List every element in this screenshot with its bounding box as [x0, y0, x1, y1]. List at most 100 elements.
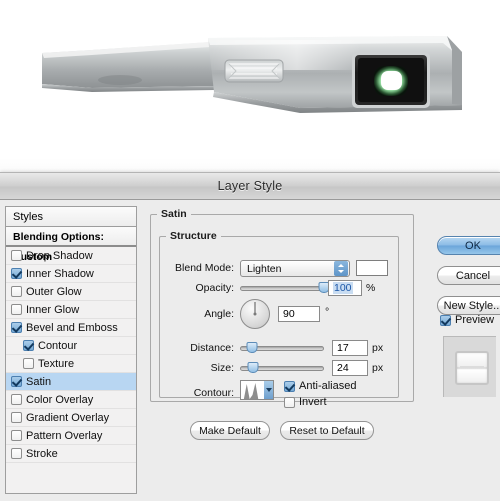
- new-style-label: New Style...: [443, 299, 500, 312]
- sidebar-item-label: Inner Shadow: [26, 267, 94, 280]
- invert-checkbox[interactable]: [284, 396, 295, 408]
- blend-mode-label: Blend Mode:: [175, 262, 234, 274]
- opacity-input[interactable]: 100: [328, 280, 362, 296]
- opacity-slider[interactable]: [240, 281, 330, 295]
- sidebar-item-blending-options[interactable]: Blending Options: Custom: [6, 227, 136, 263]
- contour-label: Contour:: [193, 387, 234, 399]
- sidebar-item-inner-shadow[interactable]: Inner Shadow: [6, 265, 136, 283]
- blend-mode-select[interactable]: Lighten: [240, 260, 350, 277]
- artwork-area: [0, 0, 500, 172]
- dialog-titlebar[interactable]: Layer Style: [0, 173, 500, 200]
- dialog-body: Styles Blending Options: Custom Drop Sha…: [0, 200, 500, 501]
- style-enable-checkbox[interactable]: [11, 250, 22, 261]
- distance-slider-knob[interactable]: [246, 342, 258, 353]
- anti-aliased-checkbox[interactable]: [284, 380, 295, 392]
- angle-unit: °: [325, 306, 330, 318]
- satin-group: Satin Structure Blend Mode: Lighten Opac…: [150, 208, 414, 408]
- sidebar-style-list[interactable]: Drop Shadow Inner Shadow Outer Glow Inner G…: [6, 247, 136, 463]
- size-slider-knob[interactable]: [247, 362, 259, 373]
- style-enable-checkbox[interactable]: [11, 412, 22, 423]
- make-default-button[interactable]: Make Default: [190, 421, 270, 440]
- sidebar-item-label: Pattern Overlay: [26, 429, 103, 442]
- new-style-button[interactable]: New Style...: [437, 296, 500, 315]
- cancel-button[interactable]: Cancel: [437, 266, 500, 285]
- style-enable-checkbox[interactable]: [11, 286, 22, 297]
- satin-color-swatch[interactable]: [356, 260, 388, 276]
- distance-unit: px: [372, 342, 384, 354]
- sidebar-item-color-overlay[interactable]: Color Overlay: [6, 391, 136, 409]
- sidebar-item-label: Stroke: [26, 447, 58, 460]
- layer-style-dialog: Layer Style Styles Blending Options: Cus…: [0, 172, 500, 501]
- blend-mode-value: Lighten: [247, 262, 282, 275]
- metallic-device-render: [42, 36, 462, 113]
- style-enable-checkbox[interactable]: [11, 268, 22, 279]
- anti-aliased-row[interactable]: Anti-aliased: [284, 378, 356, 394]
- sidebar-item-outer-glow[interactable]: Outer Glow: [6, 283, 136, 301]
- size-slider[interactable]: [240, 361, 324, 375]
- sidebar-item-contour[interactable]: Contour: [6, 337, 136, 355]
- satin-settings-panel: Satin Structure Blend Mode: Lighten Opac…: [146, 206, 426, 494]
- preview-thumbnail: [443, 336, 496, 397]
- distance-slider[interactable]: [240, 341, 324, 355]
- opacity-label: Opacity:: [195, 282, 234, 294]
- dialog-action-column: OK Cancel New Style... Preview: [434, 206, 500, 494]
- sidebar-item-pattern-overlay[interactable]: Pattern Overlay: [6, 427, 136, 445]
- anti-aliased-label: Anti-aliased: [299, 380, 357, 392]
- style-enable-checkbox[interactable]: [11, 394, 22, 405]
- structure-group-label: Structure: [170, 230, 217, 242]
- dialog-title: Layer Style: [217, 179, 283, 193]
- cancel-label: Cancel: [455, 269, 491, 282]
- preview-shape-graphic: [455, 351, 489, 385]
- chevron-updown-icon: [334, 261, 348, 276]
- sidebar-item-bevel-and-emboss[interactable]: Bevel and Emboss: [6, 319, 136, 337]
- distance-value: 17: [337, 342, 349, 354]
- style-enable-checkbox[interactable]: [23, 340, 34, 351]
- ok-button[interactable]: OK: [437, 236, 500, 255]
- contour-preset-thumbnail[interactable]: [240, 380, 274, 400]
- sidebar-item-gradient-overlay[interactable]: Gradient Overlay: [6, 409, 136, 427]
- size-input[interactable]: 24: [332, 360, 368, 376]
- style-enable-checkbox[interactable]: [11, 376, 22, 387]
- sidebar-item-label: Inner Glow: [26, 303, 80, 316]
- sidebar-header-label: Styles: [13, 211, 43, 223]
- angle-dial[interactable]: [240, 299, 270, 329]
- opacity-value: 100: [333, 282, 353, 294]
- angle-input[interactable]: 90: [278, 306, 320, 322]
- angle-center-dot: [253, 312, 257, 316]
- satin-group-label: Satin: [161, 208, 187, 220]
- sidebar-item-label: Texture: [38, 357, 75, 370]
- sidebar-item-inner-glow[interactable]: Inner Glow: [6, 301, 136, 319]
- sidebar-item-label: Drop Shadow: [26, 249, 93, 262]
- preview-row[interactable]: Preview: [440, 314, 494, 326]
- contour-dropdown-arrow-icon[interactable]: [264, 381, 273, 399]
- size-value: 24: [337, 362, 349, 374]
- distance-label: Distance:: [190, 342, 234, 354]
- structure-group: Structure Blend Mode: Lighten Opacity: 1…: [159, 230, 399, 408]
- opacity-slider-track: [240, 286, 324, 291]
- preview-checkbox[interactable]: [440, 314, 451, 326]
- sidebar-item-texture[interactable]: Texture: [6, 355, 136, 373]
- sidebar-item-label: Satin: [26, 375, 52, 388]
- invert-row[interactable]: Invert: [284, 394, 327, 410]
- style-enable-checkbox[interactable]: [11, 430, 22, 441]
- invert-label: Invert: [299, 396, 327, 408]
- style-enable-checkbox[interactable]: [11, 304, 22, 315]
- sidebar-item-label: Outer Glow: [26, 285, 82, 298]
- sidebar-item-satin[interactable]: Satin: [6, 373, 136, 391]
- angle-label: Angle:: [204, 308, 234, 320]
- styles-sidebar[interactable]: Styles Blending Options: Custom Drop Sha…: [5, 206, 137, 494]
- preview-label: Preview: [455, 314, 495, 326]
- style-enable-checkbox[interactable]: [23, 358, 34, 369]
- size-label: Size:: [210, 362, 234, 374]
- sidebar-item-label: Bevel and Emboss: [26, 321, 118, 334]
- style-enable-checkbox[interactable]: [11, 322, 22, 333]
- reset-to-default-button[interactable]: Reset to Default: [280, 421, 374, 440]
- distance-input[interactable]: 17: [332, 340, 368, 356]
- style-enable-checkbox[interactable]: [11, 448, 22, 459]
- size-unit: px: [372, 362, 384, 374]
- sidebar-item-label: Color Overlay: [26, 393, 94, 406]
- sidebar-item-stroke[interactable]: Stroke: [6, 445, 136, 463]
- contour-curve-graphic: [241, 381, 264, 399]
- reset-to-default-label: Reset to Default: [289, 424, 365, 437]
- sidebar-empty-area: [6, 463, 136, 493]
